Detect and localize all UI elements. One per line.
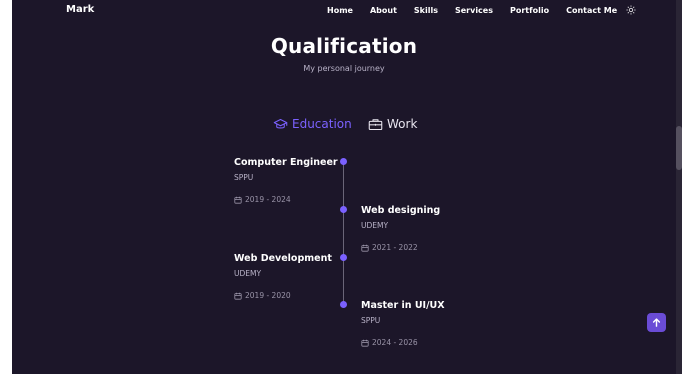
tab-education-label: Education <box>292 117 352 131</box>
qualification-title: Master in UI/UX <box>361 300 445 311</box>
qualification-subtitle: UDEMY <box>361 221 389 230</box>
qualification-date: 2019 - 2024 <box>234 195 338 204</box>
qualification-item: Computer Engineer SPPU 2019 - 2024 <box>234 157 338 204</box>
section-title: Qualification <box>270 34 418 58</box>
qualification-item: Web designing UDEMY 2021 - 2022 <box>361 205 440 252</box>
nav-portfolio[interactable]: Portfolio <box>510 6 549 15</box>
nav-contact[interactable]: Contact Me <box>566 6 617 15</box>
scroll-top-button[interactable] <box>647 313 666 332</box>
portfolio-page: Mark Home About Skills Services Portfoli… <box>12 0 676 374</box>
briefcase-icon <box>368 118 383 130</box>
nav-home[interactable]: Home <box>327 6 353 15</box>
qualification-date: 2021 - 2022 <box>361 243 440 252</box>
qualification-date: 2024 - 2026 <box>361 338 445 347</box>
timeline-dot <box>340 158 347 165</box>
timeline-dot <box>340 254 347 261</box>
section-subtitle: My personal journey <box>303 64 385 73</box>
scrollbar-track[interactable] <box>676 0 682 374</box>
tab-education[interactable]: Education <box>273 117 352 131</box>
tab-work[interactable]: Work <box>368 117 417 131</box>
calendar-icon <box>361 244 369 252</box>
qualification-title: Computer Engineer <box>234 157 338 168</box>
calendar-icon <box>234 196 242 204</box>
scrollbar-thumb[interactable] <box>676 126 682 170</box>
graduation-cap-icon <box>273 118 288 128</box>
qualification-subtitle: SPPU <box>234 173 254 182</box>
timeline-dot <box>340 301 347 308</box>
qualification-date-text: 2019 - 2020 <box>245 291 291 300</box>
sun-icon[interactable] <box>626 5 636 15</box>
timeline-dot <box>340 206 347 213</box>
qualification-date: 2019 - 2020 <box>234 291 332 300</box>
timeline-line <box>343 162 344 304</box>
qualification-subtitle: SPPU <box>361 316 381 325</box>
qualification-subtitle: UDEMY <box>234 269 262 278</box>
nav-services[interactable]: Services <box>455 6 493 15</box>
qualification-item: Master in UI/UX SPPU 2024 - 2026 <box>361 300 445 347</box>
qualification-date-text: 2024 - 2026 <box>372 338 418 347</box>
nav-about[interactable]: About <box>370 6 397 15</box>
logo[interactable]: Mark <box>66 4 94 15</box>
qualification-title: Web designing <box>361 205 441 216</box>
qualification-item: Web Development UDEMY 2019 - 2020 <box>234 253 332 300</box>
qualification-title: Web Development <box>234 253 332 264</box>
main-nav: Home About Skills Services Portfolio Con… <box>327 5 636 15</box>
qualification-date-text: 2019 - 2024 <box>245 195 291 204</box>
calendar-icon <box>234 292 242 300</box>
calendar-icon <box>361 339 369 347</box>
arrow-up-icon <box>652 318 661 327</box>
nav-skills[interactable]: Skills <box>414 6 438 15</box>
qualification-date-text: 2021 - 2022 <box>372 243 418 252</box>
tab-work-label: Work <box>387 117 418 131</box>
